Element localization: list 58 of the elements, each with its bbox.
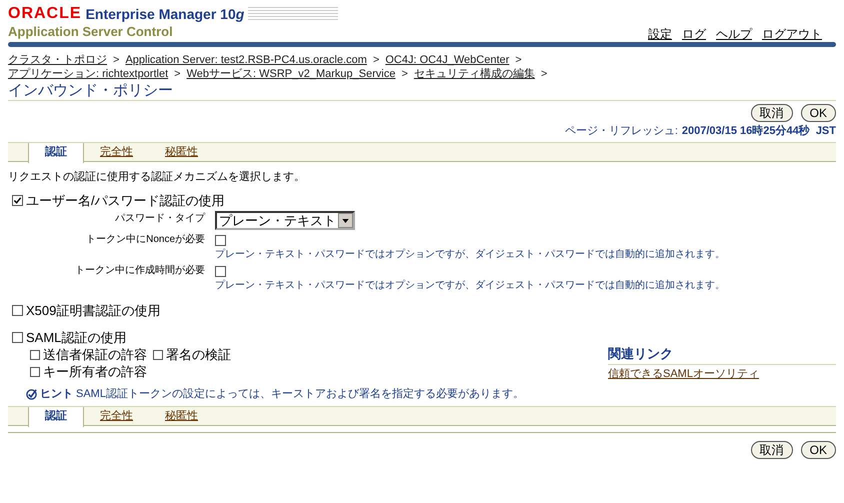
tip-text: SAML認証トークンの設定によっては、キーストアおよび署名を指定する必要があります。 [76, 387, 524, 401]
field-label: パスワード・タイプ [114, 212, 205, 226]
hint-text: プレーン・テキスト・パスワードではオプションですが、ダイジェスト・パスワードでは自動的に追加されます。 [215, 248, 725, 261]
action-button[interactable]: OK [800, 441, 836, 459]
checkbox-label: ユーザー名/パスワード認証の使用 [26, 192, 225, 209]
tab[interactable]: 秘匿性 [149, 143, 214, 161]
tab[interactable]: 認証 [28, 407, 84, 427]
hint-text: プレーン・テキスト・パスワードではオプションですが、ダイジェスト・パスワードでは自動的に追加されます。 [215, 279, 725, 292]
checkbox[interactable] [12, 332, 23, 343]
refresh-time: 2007/03/15 16時25分44秒 JST [682, 124, 836, 138]
field-label: トークン中に作成時間が必要 [74, 264, 205, 278]
breadcrumb-link[interactable]: セキュリティ構成の編集 [414, 67, 535, 81]
checkbox[interactable] [30, 350, 40, 360]
checkbox[interactable] [215, 234, 226, 246]
checkbox[interactable] [12, 195, 23, 206]
breadcrumb-separator: > [174, 67, 181, 81]
related-link[interactable]: 信頼できるSAMLオーソリティ [608, 367, 759, 381]
action-button[interactable]: 取消 [750, 441, 793, 459]
tab[interactable]: 完全性 [84, 143, 149, 161]
breadcrumb-link[interactable]: Application Server: test2.RSB-PC4.us.oracle.com [125, 53, 367, 67]
global-link[interactable]: 設定 [648, 25, 672, 43]
page-title: インバウンド・ポリシー [7, 82, 174, 100]
tab[interactable]: 認証 [28, 143, 84, 163]
breadcrumb-separator: > [113, 53, 120, 67]
product-name: Enterprise Manager 10g [86, 7, 244, 21]
checkmark-icon [26, 388, 37, 400]
checkbox-label: キー所有者の許容 [43, 363, 147, 380]
breadcrumb-link[interactable]: Webサービス: WSRP_v2_Markup_Service [186, 67, 396, 81]
checkbox[interactable] [30, 366, 40, 376]
product-subtitle: Application Server Control [8, 24, 173, 40]
breadcrumb-separator: > [515, 53, 522, 67]
global-link[interactable]: ヘルプ [716, 25, 752, 43]
breadcrumb-link[interactable]: クラスタ・トポロジ [8, 53, 107, 67]
refresh-label: ページ・リフレッシュ: [564, 124, 678, 138]
tab[interactable]: 秘匿性 [149, 407, 214, 425]
field-label: トークン中にNonceが必要 [85, 232, 205, 247]
related-links-heading: 関連リンク [608, 346, 674, 362]
oracle-logo: ORACLE [8, 6, 82, 22]
checkbox[interactable] [215, 266, 226, 276]
checkbox-label: SAML認証の使用 [26, 329, 126, 346]
global-link[interactable]: ログアウト [762, 25, 822, 43]
checkbox-label: 送信者保証の許容 [43, 346, 147, 363]
breadcrumb-separator: > [372, 53, 380, 67]
checkbox[interactable] [153, 350, 163, 360]
checkbox-label: X509証明書認証の使用 [26, 302, 160, 319]
tip-label: ヒント [40, 387, 73, 401]
tab[interactable]: 完全性 [84, 407, 149, 425]
description-text: リクエストの認証に使用する認証メカニズムを選択します。 [7, 170, 306, 184]
breadcrumb-separator: > [540, 67, 548, 81]
checkbox[interactable] [12, 305, 23, 316]
global-link[interactable]: ログ [682, 25, 706, 43]
breadcrumb-link[interactable]: アプリケーション: richtextportlet [8, 67, 168, 81]
action-button[interactable]: OK [800, 104, 836, 122]
checkbox-label: 署名の検証 [166, 346, 231, 363]
password-type-select[interactable]: プレーン・テキスト [215, 211, 355, 230]
breadcrumb-separator: > [401, 67, 408, 81]
action-button[interactable]: 取消 [750, 104, 793, 122]
breadcrumb-link[interactable]: OC4J: OC4J_WebCenter [385, 53, 510, 67]
